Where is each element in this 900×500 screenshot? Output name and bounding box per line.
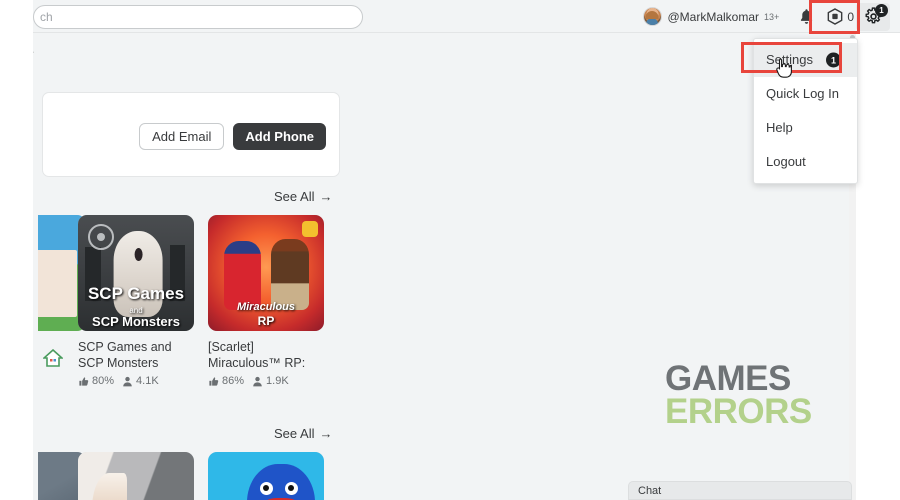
miraculous-art-rp: RP [257, 314, 275, 328]
age-badge: 13+ [764, 11, 780, 22]
settings-gear-button[interactable]: 1 [856, 2, 890, 31]
robux-count: 0 [847, 9, 854, 24]
browser-left-edge [0, 0, 33, 500]
menu-item-label: Settings [766, 52, 813, 67]
thumbs-up-icon [209, 376, 219, 386]
game-stats: 86% 1.9K [208, 375, 324, 387]
players-stat: 1.9K [252, 375, 289, 387]
bell-icon [800, 9, 812, 24]
scp-art-line1: SCP Games [87, 284, 185, 303]
thumbs-up-icon [79, 376, 89, 386]
game-thumbnail-huggy[interactable] [208, 452, 324, 500]
scp-artwork: SCP Games and SCP Monsters [78, 215, 194, 331]
game-card-gray[interactable] [78, 452, 194, 500]
right-gutter [856, 33, 900, 500]
scp-logo-icon [88, 224, 115, 251]
top-navigation-bar: ch @MarkMalkomar 13+ 0 1 [0, 0, 900, 33]
game-card-miraculous[interactable]: Miraculous RP [Scarlet] Miraculous™ RP: … [208, 215, 324, 387]
players-stat: 4.1K [122, 375, 159, 387]
players-value: 1.9K [266, 375, 289, 387]
verification-actions: Add Email Add Phone [139, 123, 326, 150]
watermark-line2: ERRORS [665, 392, 812, 432]
scp-art-line3: SCP Monsters [92, 314, 180, 329]
roblox-home-screen: Add Email Add Phone ord. See All → [0, 0, 900, 500]
person-icon [123, 376, 132, 386]
game-thumbnail-miraculous[interactable]: Miraculous RP [208, 215, 324, 331]
game-thumbnail-gray[interactable] [78, 452, 194, 500]
game-title[interactable]: SCP Games and SCP Monsters [78, 339, 194, 371]
rating-stat: 86% [208, 375, 244, 387]
add-phone-button[interactable]: Add Phone [233, 123, 326, 150]
games-errors-watermark: GAMES ERRORS [665, 359, 812, 432]
see-all-link-row1[interactable]: See All → [274, 189, 332, 204]
person-icon [253, 376, 262, 386]
players-value: 4.1K [136, 375, 159, 387]
miraculous-artwork: Miraculous RP [208, 215, 324, 331]
game-stats: 80% 4.1K [78, 375, 194, 387]
game-card-huggy[interactable] [208, 452, 324, 500]
rating-stat: 80% [78, 375, 114, 387]
robux-icon [827, 8, 843, 25]
nav-right-group: @MarkMalkomar 13+ 0 1 [642, 0, 890, 33]
chat-label: Chat [638, 485, 662, 497]
watermark-line1: GAMES [665, 359, 791, 398]
rating-value: 86% [222, 375, 245, 387]
menu-item-help[interactable]: Help [754, 111, 857, 145]
game-card-scp[interactable]: SCP Games and SCP Monsters SCP Games and… [78, 215, 194, 387]
premium-badge-icon [302, 220, 319, 237]
menu-item-label: Help [766, 120, 793, 135]
miraculous-art-logo: Miraculous [236, 301, 296, 313]
settings-badge: 1 [826, 52, 841, 68]
menu-item-logout[interactable]: Logout [754, 145, 857, 179]
menu-item-label: Logout [766, 154, 806, 169]
settings-dropdown-menu: Settings 1 Quick Log In Help Logout [753, 38, 858, 184]
menu-item-quick-log-in[interactable]: Quick Log In [754, 77, 857, 111]
game-thumbnail-scp[interactable]: SCP Games and SCP Monsters [78, 215, 194, 331]
arrow-right-icon: → [319, 189, 333, 204]
gear-notification-badge: 1 [875, 3, 888, 17]
arrow-right-icon: → [319, 426, 333, 441]
see-all-label: See All [274, 189, 315, 204]
see-all-label: See All [274, 426, 315, 441]
home-icon [41, 348, 65, 367]
add-email-button[interactable]: Add Email [139, 123, 225, 150]
see-all-link-row2[interactable]: See All → [274, 426, 332, 441]
menu-item-label: Quick Log In [766, 86, 839, 101]
chat-bar[interactable]: Chat [628, 481, 852, 500]
avatar[interactable] [642, 7, 662, 26]
rating-value: 80% [92, 375, 115, 387]
username-label[interactable]: @MarkMalkomar [668, 10, 760, 24]
menu-item-settings[interactable]: Settings 1 [754, 43, 857, 77]
robux-balance[interactable]: 0 [827, 8, 854, 25]
notifications-button[interactable] [791, 3, 821, 31]
search-input[interactable]: ch [33, 5, 363, 29]
game-title[interactable]: [Scarlet] Miraculous™ RP: [208, 339, 324, 371]
verification-card: Add Email Add Phone [42, 92, 340, 177]
